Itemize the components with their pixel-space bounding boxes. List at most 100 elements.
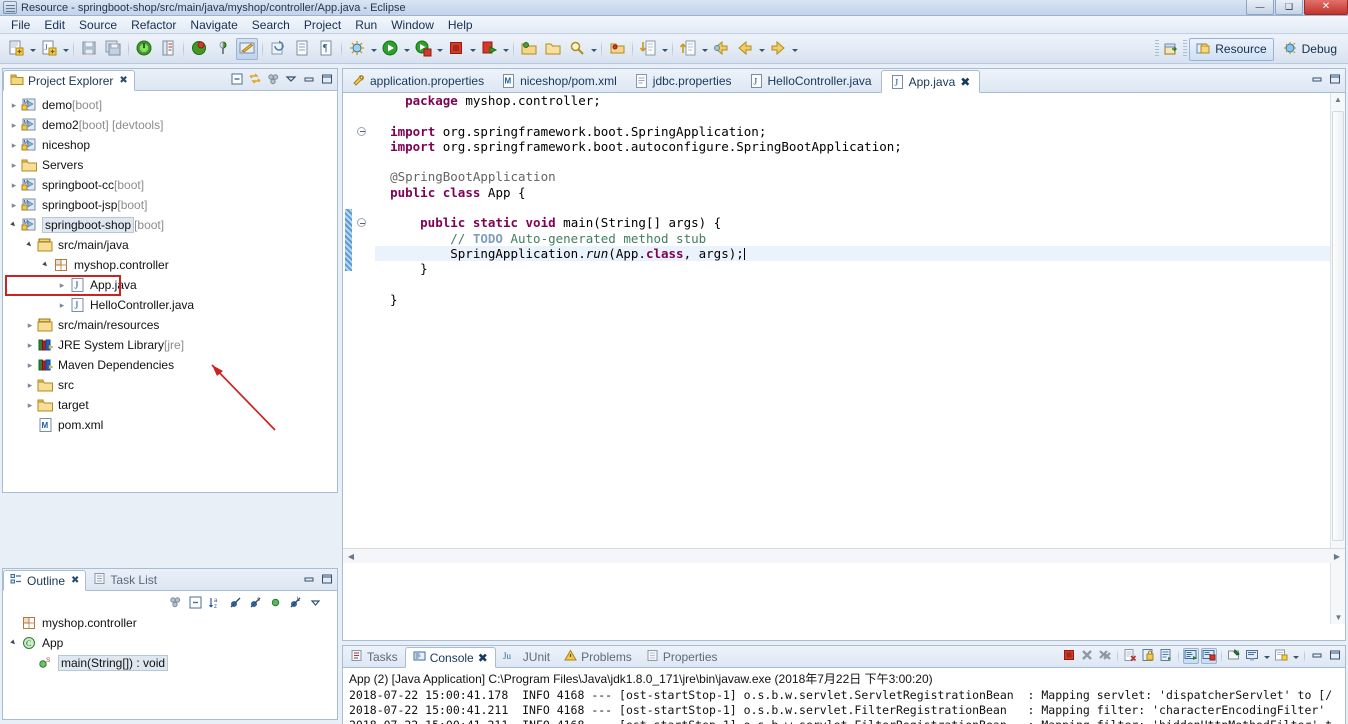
previous-annotation-dropdown-arrow[interactable] <box>700 38 709 60</box>
collapse-arrow-icon[interactable] <box>7 220 21 231</box>
show-console-on-error-button[interactable] <box>1201 648 1217 664</box>
tree-item-pom-xml[interactable]: Mpom.xml <box>3 415 337 435</box>
tree-item-springboot-cc[interactable]: Mspringboot-cc [boot] <box>3 175 337 195</box>
open-perspective-icon[interactable] <box>1161 39 1181 59</box>
tree-item-target[interactable]: target <box>3 395 337 415</box>
run-dropdown-arrow[interactable] <box>402 38 411 60</box>
next-annotation-button[interactable] <box>637 38 659 60</box>
close-icon[interactable]: ✖ <box>71 575 79 586</box>
remove-all-terminated-button[interactable] <box>1097 648 1113 664</box>
expand-arrow-icon[interactable] <box>55 280 69 291</box>
tree-item-hellocontroller-java[interactable]: J HelloController.java <box>3 295 337 315</box>
link-with-editor-icon[interactable] <box>247 71 263 87</box>
tree-item-niceshop[interactable]: Mniceshop <box>3 135 337 155</box>
stop-dropdown-arrow[interactable] <box>468 38 477 60</box>
back-button[interactable] <box>710 38 732 60</box>
new-wizard-button[interactable] <box>5 38 27 60</box>
display-selected-console-button[interactable] <box>1244 648 1260 664</box>
maximize-icon[interactable] <box>1327 71 1343 87</box>
close-icon[interactable]: ✖ <box>119 75 127 86</box>
console-output[interactable]: 2018-07-22 15:00:41.178 INFO 4168 --- [o… <box>343 688 1345 724</box>
tree-item-src-main-java[interactable]: src/main/java <box>3 235 337 255</box>
toggle-block-selection-button[interactable] <box>291 38 313 60</box>
fold-collapse-icon[interactable] <box>357 218 366 228</box>
menu-file[interactable]: File <box>4 17 37 33</box>
editor-tab-application-properties[interactable]: application.properties <box>343 69 493 92</box>
source-code[interactable]: package myshop.controller; import org.sp… <box>369 93 1345 548</box>
menu-run[interactable]: Run <box>348 17 384 33</box>
pin-console-button[interactable] <box>1226 648 1242 664</box>
pin-button[interactable] <box>212 38 234 60</box>
annotation-button[interactable] <box>188 38 210 60</box>
close-icon[interactable]: ✖ <box>478 651 488 665</box>
new-wizard-dropdown-arrow[interactable] <box>28 38 37 60</box>
debug-button[interactable] <box>346 38 368 60</box>
maximize-window-button[interactable]: ❑ <box>1275 0 1303 15</box>
word-wrap-button[interactable] <box>1158 648 1174 664</box>
new-java-file-dropdown-arrow[interactable] <box>61 38 70 60</box>
tree-item-maven-dependencies[interactable]: Maven Dependencies <box>3 355 337 375</box>
save-all-button[interactable] <box>102 38 124 60</box>
expand-arrow-icon[interactable] <box>55 300 69 311</box>
next-annotation-dropdown-arrow[interactable] <box>660 38 669 60</box>
menu-help[interactable]: Help <box>441 17 480 33</box>
open-task-button[interactable] <box>157 38 179 60</box>
close-window-button[interactable]: ✕ <box>1304 0 1348 15</box>
expand-arrow-icon[interactable] <box>23 320 37 331</box>
search-button[interactable] <box>566 38 588 60</box>
menu-source[interactable]: Source <box>72 17 124 33</box>
menu-window[interactable]: Window <box>384 17 441 33</box>
display-selected-console-dropdown-arrow[interactable] <box>1262 649 1271 663</box>
view-menu-icon[interactable] <box>308 595 323 610</box>
maximize-icon[interactable] <box>319 71 335 87</box>
expand-arrow-icon[interactable] <box>7 200 21 211</box>
tree-item-app[interactable]: C App <box>3 633 337 653</box>
console-tab-problems[interactable]: Problems <box>557 646 639 667</box>
scroll-right-arrow[interactable]: ▶ <box>1329 552 1345 561</box>
view-menu-icon[interactable] <box>283 71 299 87</box>
back-history-dropdown-arrow[interactable] <box>757 38 766 60</box>
menu-navigate[interactable]: Navigate <box>183 17 244 33</box>
fold-collapse-icon[interactable] <box>357 126 366 136</box>
editor-tab-jdbc-properties[interactable]: jdbc.properties <box>626 69 741 92</box>
view-menu-filters-icon[interactable] <box>265 71 281 87</box>
collapse-arrow-icon[interactable] <box>7 638 21 649</box>
run-server-dropdown-arrow[interactable] <box>501 38 510 60</box>
expand-arrow-icon[interactable] <box>7 120 21 131</box>
console-tab-properties[interactable]: Properties <box>639 646 725 667</box>
forward-dropdown-arrow[interactable] <box>790 38 799 60</box>
run-external-tools-button[interactable] <box>412 38 434 60</box>
tree-item-myshop-controller[interactable]: myshop.controller <box>3 255 337 275</box>
hide-static-icon[interactable]: s <box>248 595 263 610</box>
expand-arrow-icon[interactable] <box>23 340 37 351</box>
expand-arrow-icon[interactable] <box>23 400 37 411</box>
open-perspective-button[interactable] <box>606 38 628 60</box>
run-button[interactable] <box>379 38 401 60</box>
perspective-drag-handle[interactable] <box>1183 40 1188 58</box>
hide-fields-icon[interactable] <box>228 595 243 610</box>
outline-tree[interactable]: myshop.controller C App Smain(String[]) : v… <box>3 613 337 713</box>
minimize-window-button[interactable]: — <box>1246 0 1274 15</box>
perspective-resource[interactable]: Resource <box>1189 37 1274 61</box>
hide-local-types-icon[interactable]: L <box>288 595 303 610</box>
show-whitespace-button[interactable]: ¶ <box>315 38 337 60</box>
editor-vertical-scrollbar[interactable]: ▲ ▼ <box>1330 93 1345 624</box>
scroll-left-arrow[interactable]: ◀ <box>343 552 359 561</box>
editor-marker-gutter[interactable] <box>343 93 355 548</box>
tree-item-jre-system-library[interactable]: JRE System Library [jre] <box>3 335 337 355</box>
refresh-button[interactable] <box>267 38 289 60</box>
expand-arrow-icon[interactable] <box>7 100 21 111</box>
close-icon[interactable]: ✖ <box>960 75 970 89</box>
tree-item-demo2[interactable]: Mdemo2 [boot] [devtools] <box>3 115 337 135</box>
code-editor-area[interactable]: package myshop.controller; import org.sp… <box>343 93 1345 548</box>
collapse-arrow-icon[interactable] <box>23 240 37 251</box>
editor-tab-niceshop-pom-xml[interactable]: Mniceshop/pom.xml <box>493 69 626 92</box>
sort-icon[interactable]: a z <box>208 595 223 610</box>
expand-arrow-icon[interactable] <box>23 360 37 371</box>
menu-edit[interactable]: Edit <box>37 17 72 33</box>
open-type-button[interactable] <box>518 38 540 60</box>
maximize-button[interactable] <box>1327 648 1343 664</box>
minimize-icon[interactable] <box>301 71 317 87</box>
tab-outline[interactable]: Outline ✖ <box>3 570 87 591</box>
minimize-icon[interactable] <box>301 571 317 587</box>
